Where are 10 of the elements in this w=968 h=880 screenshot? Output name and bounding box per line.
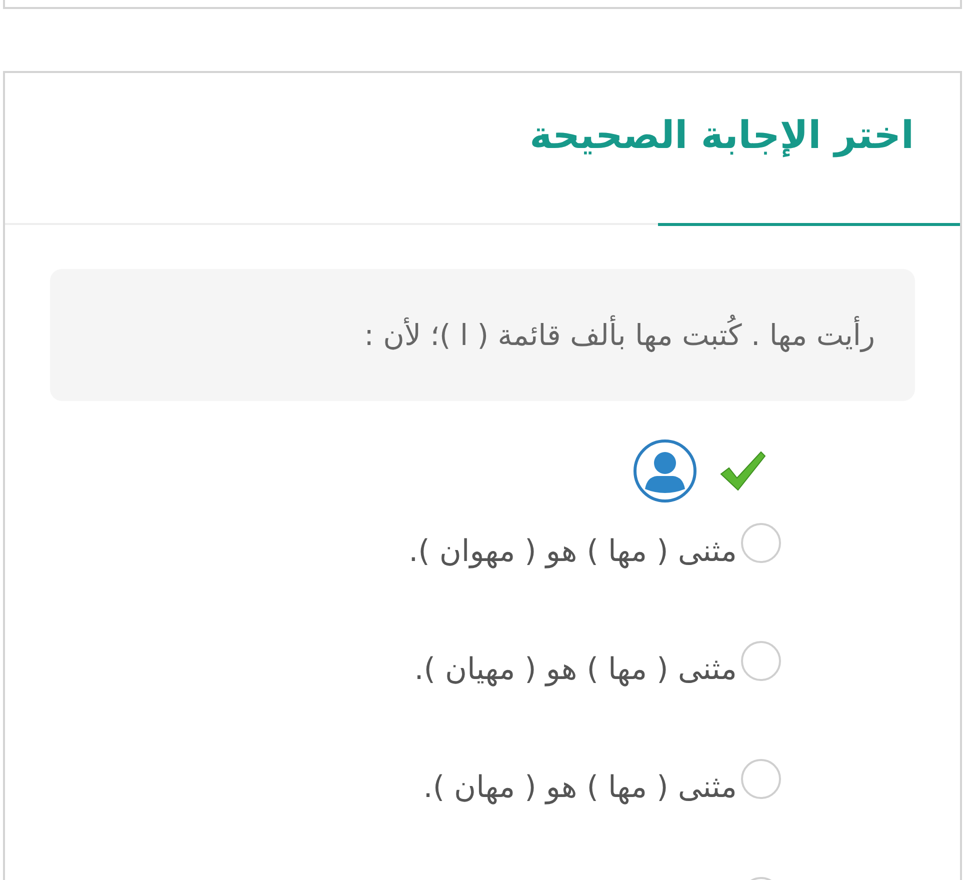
user-avatar-icon	[633, 439, 697, 503]
card-title: اختر الإجابة الصحيحة	[528, 112, 914, 160]
radio-button[interactable]	[741, 641, 781, 681]
question-text: رأيت مها . كُتبت مها بألف قائمة ( ا )؛ لأن :	[50, 269, 915, 401]
radio-button[interactable]	[741, 523, 781, 563]
radio-button[interactable]	[741, 759, 781, 799]
option-label[interactable]: مثنى ( مها ) هو ( مهان ).	[423, 765, 737, 811]
option-label[interactable]: مثنى ( مها ) هو ( مهوان ).	[408, 529, 737, 575]
check-icon	[719, 450, 767, 492]
option-label[interactable]: مثنى ( مها ) هو ( مهيان ).	[414, 647, 737, 693]
